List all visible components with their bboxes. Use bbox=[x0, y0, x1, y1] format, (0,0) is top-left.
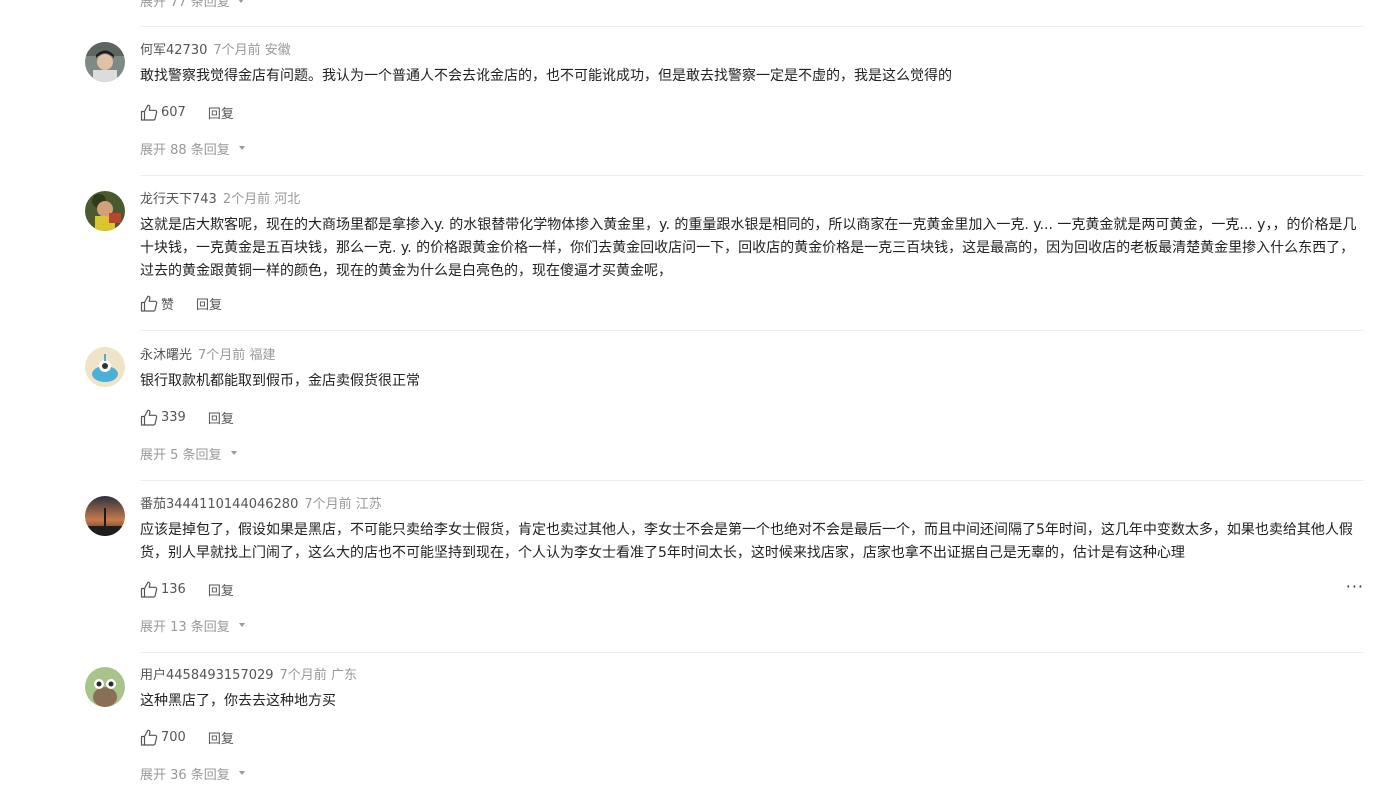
comment-location: 江苏 bbox=[355, 497, 382, 512]
comment: 番茄3444110144046280 7个月前 江苏 应该是掉包了，假设如果是黑店… bbox=[85, 496, 1364, 653]
expand-replies-button[interactable]: 展开 88 条回复 bbox=[140, 139, 1364, 158]
divider bbox=[140, 480, 1364, 481]
avatar[interactable] bbox=[85, 42, 125, 82]
comment-actions: 赞 回复 bbox=[140, 293, 1364, 313]
divider bbox=[140, 330, 1364, 331]
expand-replies-button[interactable]: 展开 13 条回复 bbox=[140, 616, 1364, 635]
comment-meta: 用户4458493157029 7个月前 广东 bbox=[140, 667, 1364, 685]
comment-meta: 何军42730 7个月前 安徽 bbox=[140, 42, 1364, 60]
like-count: 339 bbox=[161, 409, 186, 425]
thumbs-up-icon bbox=[140, 104, 158, 121]
avatar[interactable] bbox=[85, 347, 125, 387]
comment-time: 2个月前 bbox=[222, 192, 271, 207]
chevron-down-icon bbox=[238, 623, 245, 627]
comment-meta: 番茄3444110144046280 7个月前 江苏 bbox=[140, 496, 1364, 514]
comment-location: 广东 bbox=[330, 668, 357, 683]
comment: 用户4458493157029 7个月前 广东 这种黑店了，你去去这种地方买 70… bbox=[85, 667, 1364, 783]
thumbs-up-icon bbox=[140, 581, 158, 598]
reply-button[interactable]: 回复 bbox=[208, 408, 234, 427]
avatar[interactable] bbox=[85, 667, 125, 707]
avatar[interactable] bbox=[85, 496, 125, 536]
comment-actions: 339 回复 bbox=[140, 407, 1364, 427]
reply-button[interactable]: 回复 bbox=[208, 580, 234, 599]
comment: 何军42730 7个月前 安徽 敢找警察我觉得金店有问题。我认为一个普通人不会去讹… bbox=[85, 42, 1364, 176]
like-count: 700 bbox=[161, 729, 186, 745]
expand-replies-label: 展开 77 条回复 bbox=[140, 0, 230, 10]
comment-location: 安徽 bbox=[264, 43, 291, 58]
expand-replies-button[interactable]: 展开 36 条回复 bbox=[140, 764, 1364, 783]
comment-text: 这就是店大欺客呢，现在的大商场里都是拿掺入y. 的水银替带化学物体掺入黄金里，y… bbox=[140, 217, 1357, 279]
like-button[interactable]: 赞 bbox=[140, 294, 174, 313]
expand-replies-label: 展开 5 条回复 bbox=[140, 447, 222, 463]
comment-actions: 136 回复 ··· bbox=[140, 579, 1364, 599]
comment-location: 福建 bbox=[249, 348, 276, 363]
comment-time: 7个月前 bbox=[279, 668, 327, 683]
like-button[interactable]: 136 bbox=[140, 581, 186, 598]
like-label: 赞 bbox=[161, 297, 175, 313]
reply-button[interactable]: 回复 bbox=[208, 728, 234, 747]
username[interactable]: 番茄3444110144046280 bbox=[140, 497, 298, 512]
thumbs-up-icon bbox=[140, 729, 158, 746]
comment-text: 应该是掉包了，假设如果是黑店，不可能只卖给李女士假货，肯定也卖过其他人，李女士不… bbox=[140, 522, 1353, 561]
comment-time: 7个月前 bbox=[198, 348, 246, 363]
comment-text: 银行取款机都能取到假币，金店卖假货很正常 bbox=[140, 373, 420, 389]
divider bbox=[140, 175, 1364, 176]
comment-meta: 永沐曙光 7个月前 福建 bbox=[140, 347, 1364, 365]
comment-actions: 607 回复 bbox=[140, 102, 1364, 122]
expand-replies-button[interactable]: 展开 5 条回复 bbox=[140, 444, 1364, 463]
comment-actions: 700 回复 bbox=[140, 727, 1364, 747]
thumbs-up-icon bbox=[140, 295, 158, 312]
chevron-down-icon bbox=[238, 771, 245, 775]
thumbs-up-icon bbox=[140, 409, 158, 426]
comment-meta: 龙行天下743 2个月前 河北 bbox=[140, 191, 1364, 209]
divider bbox=[140, 26, 1364, 27]
like-count: 607 bbox=[161, 104, 186, 120]
comment-text: 敢找警察我觉得金店有问题。我认为一个普通人不会去讹金店的，也不可能讹成功，但是敢… bbox=[140, 68, 952, 84]
username[interactable]: 永沐曙光 bbox=[140, 348, 192, 363]
like-button[interactable]: 700 bbox=[140, 729, 186, 746]
reply-button[interactable]: 回复 bbox=[196, 294, 222, 313]
comment-text: 这种黑店了，你去去这种地方买 bbox=[140, 693, 336, 709]
expand-replies-button[interactable]: 展开 77 条回复 bbox=[140, 0, 244, 10]
username[interactable]: 用户4458493157029 bbox=[140, 668, 274, 683]
chevron-down-icon bbox=[238, 146, 245, 150]
comment-location: 河北 bbox=[274, 192, 301, 207]
comment: 龙行天下743 2个月前 河北 这就是店大欺客呢，现在的大商场里都是拿掺入y. 的… bbox=[85, 191, 1364, 331]
like-count: 136 bbox=[161, 581, 186, 597]
reply-button[interactable]: 回复 bbox=[208, 103, 234, 122]
expand-replies-label: 展开 13 条回复 bbox=[140, 619, 230, 635]
chevron-down-icon bbox=[237, 0, 244, 3]
expand-replies-label: 展开 88 条回复 bbox=[140, 142, 230, 158]
comment: 永沐曙光 7个月前 福建 银行取款机都能取到假币，金店卖假货很正常 339 回复 … bbox=[85, 347, 1364, 481]
like-button[interactable]: 339 bbox=[140, 409, 186, 426]
username[interactable]: 何军42730 bbox=[140, 43, 207, 58]
comment-time: 7个月前 bbox=[213, 43, 261, 58]
avatar[interactable] bbox=[85, 191, 125, 231]
like-button[interactable]: 607 bbox=[140, 104, 186, 121]
more-icon[interactable]: ··· bbox=[1346, 579, 1364, 595]
expand-replies-label: 展开 36 条回复 bbox=[140, 767, 230, 783]
divider bbox=[140, 652, 1364, 653]
comment-time: 7个月前 bbox=[304, 497, 352, 512]
username[interactable]: 龙行天下743 bbox=[140, 192, 217, 207]
chevron-down-icon bbox=[230, 451, 237, 455]
